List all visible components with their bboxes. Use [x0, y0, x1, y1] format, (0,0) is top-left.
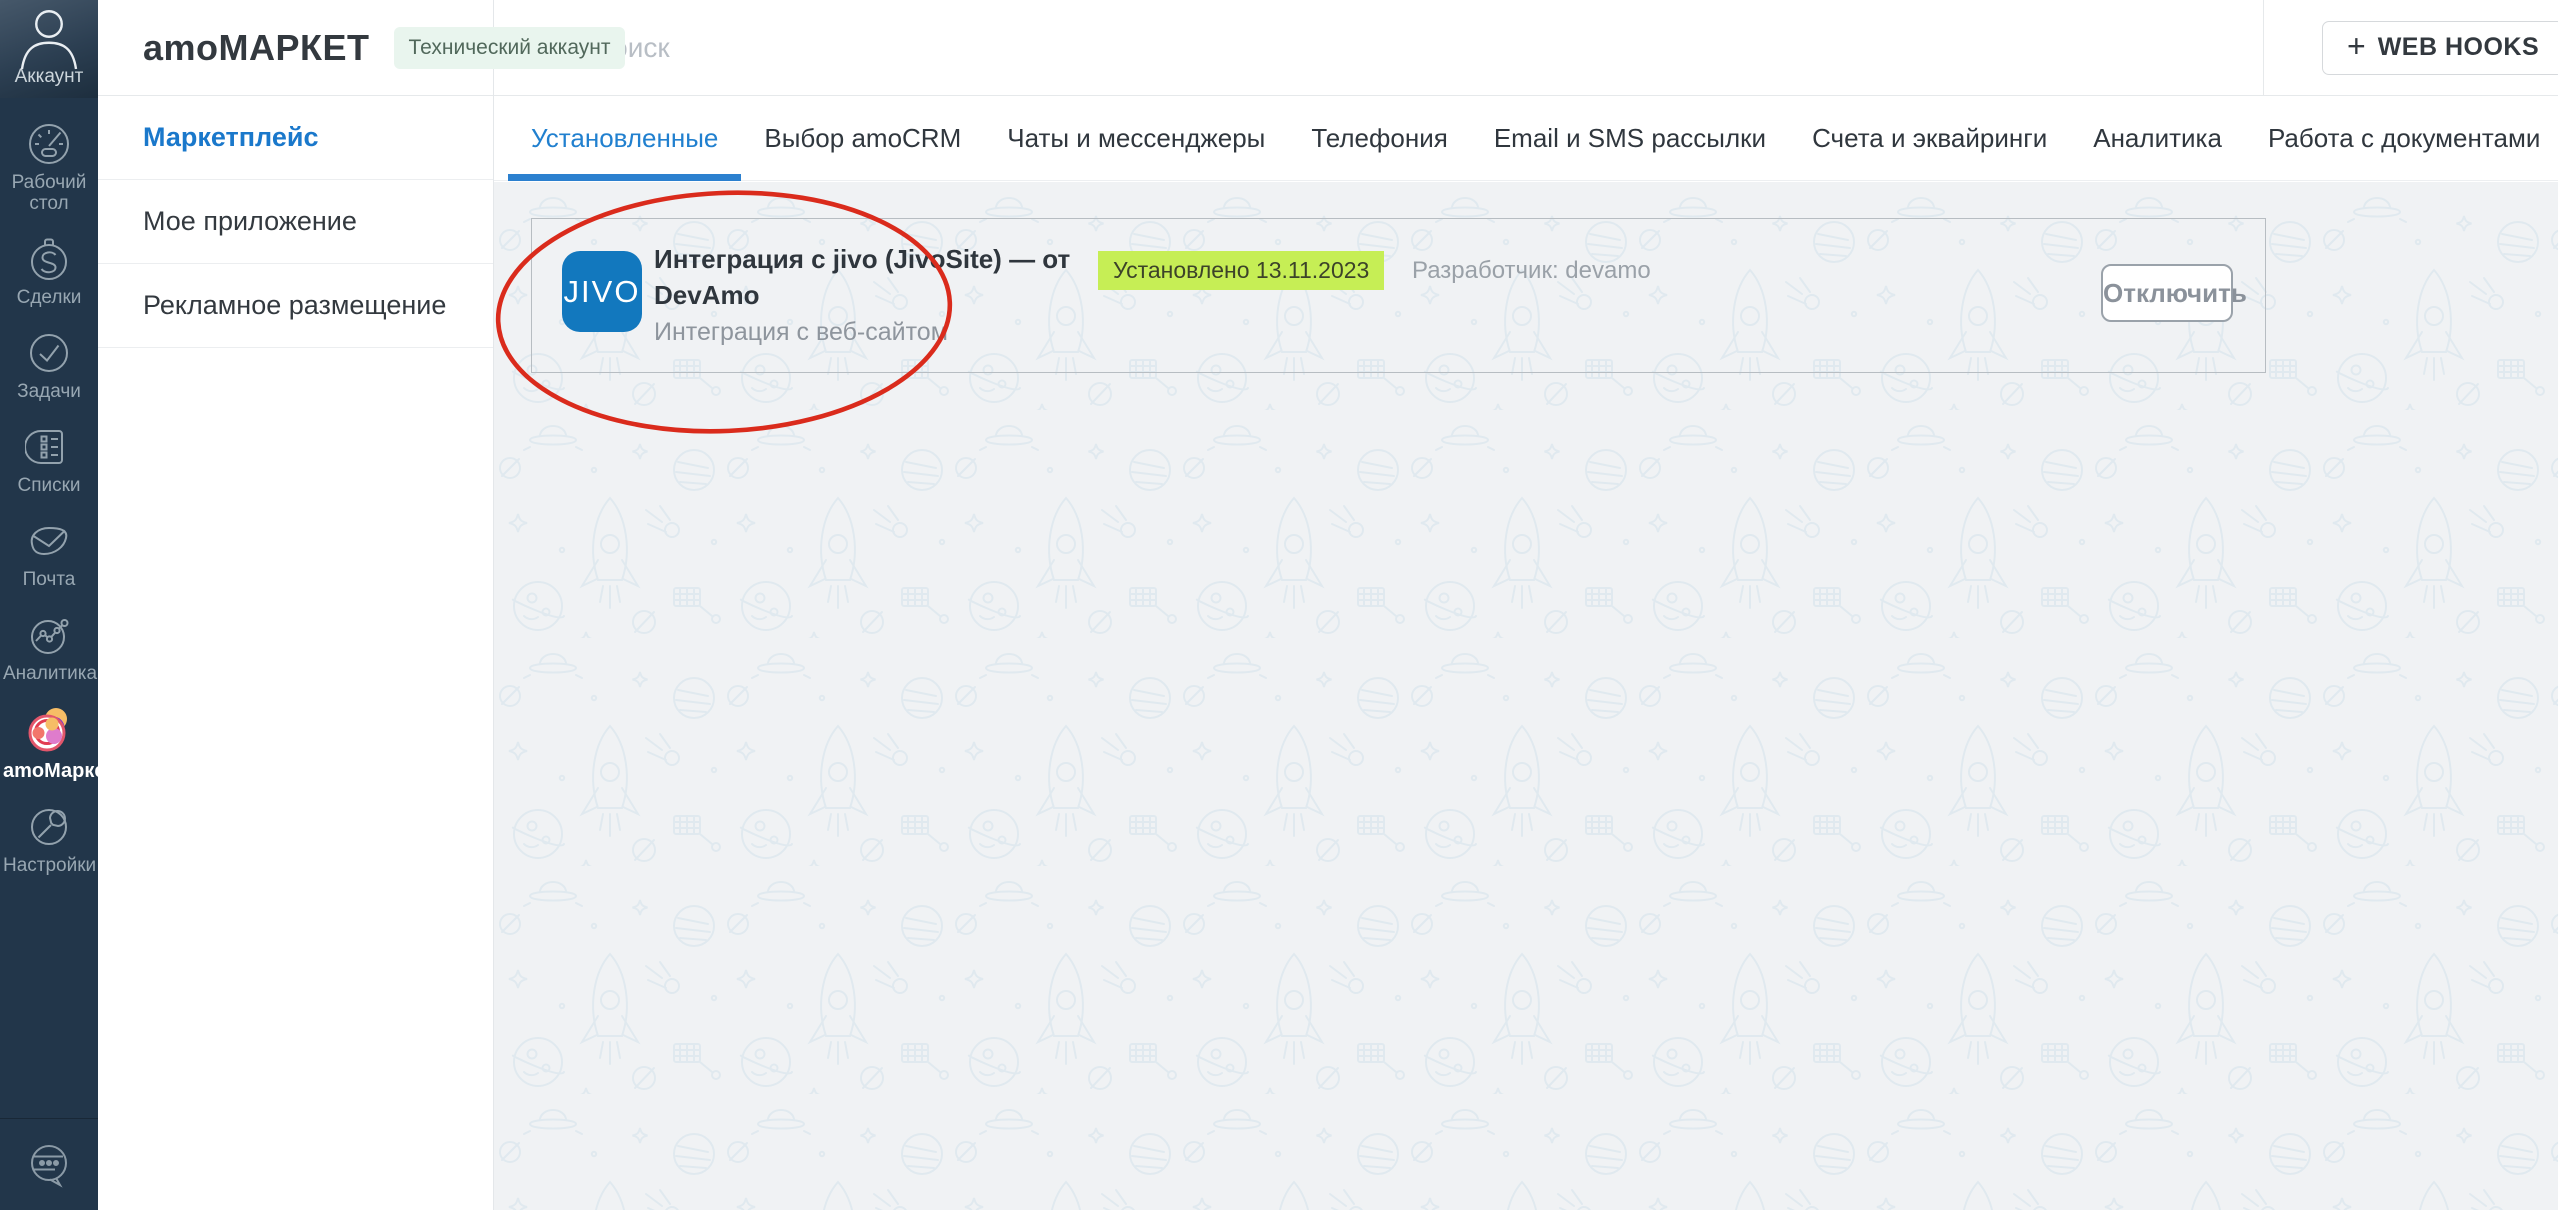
sidebar-account[interactable]: Аккаунт [0, 0, 98, 98]
account-type-badge: Технический аккаунт [393, 26, 626, 69]
plus-icon: + [2347, 27, 2366, 64]
search-bar[interactable] [494, 0, 2263, 95]
sidebar-item-deals[interactable]: Сделки [0, 235, 98, 308]
left-panel-header: amoМАРКЕТ Технический аккаунт [98, 0, 626, 96]
chat-bubble-icon [31, 1144, 67, 1188]
tasks-icon [30, 334, 68, 372]
main-area: + WEB HOOKS Установленные Выбор amoCRM Ч… [494, 0, 2558, 1210]
disable-button[interactable]: Отключить [2101, 264, 2247, 322]
left-panel-menu: Маркетплейс Мое приложение Рекламное раз… [98, 96, 493, 348]
topbar: + WEB HOOKS [494, 0, 2558, 96]
tab-installed[interactable]: Установленные [508, 96, 742, 181]
page-title: amoМАРКЕТ [143, 26, 370, 68]
sidebar-item-label: Списки [17, 475, 81, 496]
tab-telephony[interactable]: Телефония [1288, 96, 1470, 180]
tab-invoices-acquiring[interactable]: Счета и эквайринги [1789, 96, 2070, 180]
sidebar-support[interactable] [0, 1118, 98, 1210]
sidebar-item-mail[interactable]: Почта [0, 517, 98, 590]
sidebar-item-label: amoМаркет [3, 760, 116, 782]
menu-item-my-app[interactable]: Мое приложение [98, 180, 493, 264]
topbar-right: + WEB HOOKS [2263, 0, 2558, 95]
sidebar-item-tasks[interactable]: Задачи [0, 329, 98, 402]
sidebar-item-settings[interactable]: Настройки [0, 803, 98, 876]
menu-item-marketplace[interactable]: Маркетплейс [98, 96, 493, 180]
developer-label: Разработчик: devamo [1412, 257, 1651, 284]
analytics-icon [31, 619, 69, 654]
lists-icon [25, 430, 63, 464]
webhooks-button[interactable]: + WEB HOOKS [2322, 20, 2558, 75]
menu-item-ads[interactable]: Рекламное размещение [98, 264, 493, 348]
account-avatar-icon [20, 10, 78, 70]
sidebar-item-label: Почта [22, 569, 76, 590]
content-area: JIVO Интеграция с jivo (JivoSite) — от D… [494, 182, 2558, 1210]
integration-title[interactable]: Интеграция с jivo (JivoSite) — от DevAmo [654, 241, 1159, 313]
tab-documents[interactable]: Работа с документами [2245, 96, 2558, 180]
sidebar: Аккаунт Рабочий стол Сделки Задачи Списк… [0, 0, 116, 1210]
app-root: Аккаунт Рабочий стол Сделки Задачи Списк… [0, 0, 2558, 1210]
sidebar-item-amomarket[interactable]: amoМаркет [0, 705, 116, 782]
sidebar-item-analytics[interactable]: Аналитика [0, 611, 98, 684]
integration-card[interactable]: JIVO Интеграция с jivo (JivoSite) — от D… [531, 218, 2266, 373]
sidebar-item-label: Настройки [3, 855, 97, 876]
tab-email-sms[interactable]: Email и SMS рассылки [1471, 96, 1789, 180]
tab-analytics[interactable]: Аналитика [2070, 96, 2245, 180]
dashboard-icon [29, 124, 69, 164]
sidebar-item-label: Задачи [17, 381, 81, 402]
jivo-logo: JIVO [562, 251, 642, 332]
jivo-logo-text: JIVO [563, 273, 641, 309]
sidebar-item-lists[interactable]: Списки [0, 423, 98, 496]
tabs: Установленные Выбор amoCRM Чаты и мессен… [494, 96, 2558, 181]
sidebar-item-label: Рабочий стол [11, 172, 87, 214]
sidebar-item-desk[interactable]: Рабочий стол [0, 120, 98, 214]
left-panel: amoМАРКЕТ Технический аккаунт Маркетплей… [98, 0, 626, 1210]
card-text: Интеграция с jivo (JivoSite) — от DevAmo… [654, 241, 1159, 347]
search-input[interactable] [592, 31, 1492, 64]
integration-subtitle: Интеграция с веб-сайтом [654, 318, 948, 346]
settings-icon [31, 809, 67, 845]
deals-icon [31, 238, 67, 280]
amomarket-icon [28, 708, 67, 752]
mail-icon [30, 526, 68, 556]
tab-amocrm-choice[interactable]: Выбор amoCRM [741, 96, 984, 180]
webhooks-button-label: WEB HOOKS [2377, 33, 2540, 61]
sidebar-item-label: Аналитика [3, 663, 98, 684]
sidebar-item-label: Сделки [16, 287, 82, 308]
sidebar-nav: Рабочий стол Сделки Задачи Списки Почта … [0, 98, 116, 897]
installed-badge: Установлено 13.11.2023 [1098, 251, 1385, 290]
tab-chats-messengers[interactable]: Чаты и мессенджеры [984, 96, 1288, 180]
